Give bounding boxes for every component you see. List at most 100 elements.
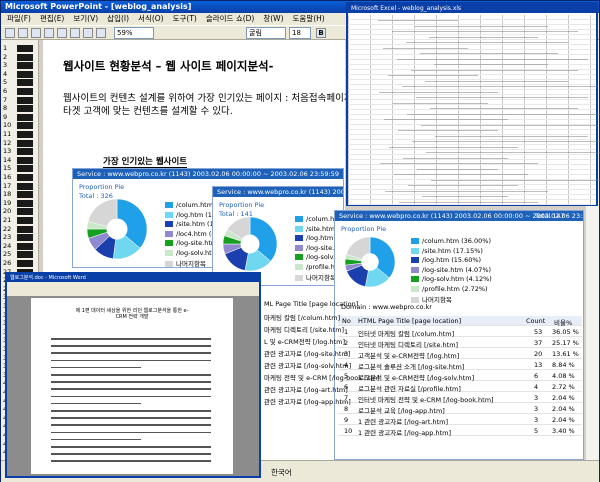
pie-center [106, 218, 128, 240]
slide-thumb-icon [17, 53, 33, 61]
print-icon[interactable] [44, 28, 54, 38]
legend-swatch [165, 261, 173, 267]
open-icon[interactable] [18, 28, 28, 38]
cut-icon[interactable] [70, 28, 80, 38]
table-row[interactable]: 9 1 관련 광고자료 [/log-art.htm] 3 2.04 % [338, 415, 582, 426]
slide-number: 24 [3, 241, 12, 250]
slide-number: 26 [3, 259, 12, 267]
legend-swatch [165, 202, 173, 208]
row-title: 1 관련 광고자료 [/log-app.htm] [358, 429, 452, 437]
text-line [51, 402, 141, 405]
cell-text-line [399, 201, 538, 203]
text-line [51, 410, 211, 412]
proportion-label: Proportion Pie [219, 201, 265, 209]
paste-icon[interactable] [96, 28, 106, 38]
text-line [51, 366, 141, 369]
page-title-cell: 마케팅 칼럼 [/colum.htm] [264, 314, 341, 322]
cell-text-line [434, 64, 548, 65]
report-panel-2: Service : www.webpro.co.kr (1143) 2003.0… [212, 186, 371, 286]
report-header: Service : www.webpro.co.kr (1143) 2003.0… [213, 187, 343, 197]
zoom-select[interactable]: 59% [114, 27, 154, 39]
menu-insert[interactable]: 삽입(I) [107, 13, 129, 25]
row-title: 인터넷 마케팅 칼럼 [/colum.htm] [358, 330, 455, 338]
page-title-cell: ML Page Title [page location] [264, 300, 359, 308]
legend-item: /colum.htm (36.00%) [411, 237, 491, 245]
row-count: 53 [534, 328, 543, 336]
word-page[interactable]: 제 1편 데이터 세상을 위한 리던 웹로그분석을 통한 e-CRM 전략 개발 [31, 298, 233, 474]
col-title: HTML Page Title [page location] [358, 317, 462, 325]
slide-title[interactable]: 웹사이트 현황분석 – 웹 사이트 페이지분석- [63, 58, 273, 74]
menu-slideshow[interactable]: 슬라이드 쇼(D) [206, 13, 255, 25]
legend-label: /log.htm (15.60%) [422, 256, 482, 264]
total-label: Total 147 [535, 212, 565, 220]
spreadsheet-grid[interactable] [348, 15, 596, 205]
page-title-cell: 관련 광고자료 [/log-site.htm] [264, 350, 351, 358]
row-no: 9 [344, 416, 349, 424]
copy-icon[interactable] [83, 28, 93, 38]
legend-swatch [165, 249, 173, 256]
col-pct: 비율% [554, 319, 573, 327]
menu-tools[interactable]: 도구(T) [173, 13, 197, 25]
table-row[interactable]: 8 로그분석 교육 [/log-app.htm] 3 2.04 % [338, 404, 582, 415]
cell-text-line [411, 69, 578, 71]
bold-icon[interactable]: B [316, 28, 326, 38]
row-pct: 2.04 % [552, 416, 575, 424]
page-title-cell: 관련 광고자료 [/log-solv.htm] [264, 362, 352, 370]
slide-number: 10 [3, 121, 12, 130]
menu-window[interactable]: 창(W) [263, 13, 283, 25]
legend-swatch [411, 247, 419, 254]
legend-swatch [165, 211, 173, 218]
slide-thumb-icon [17, 182, 33, 190]
menu-view[interactable]: 보기(V) [73, 13, 98, 25]
table-row[interactable]: 6 로그분석 관련 자료실 [/profile.htm] 4 2.72 % [338, 382, 582, 393]
text-line [51, 446, 211, 448]
cell-text-line [421, 124, 598, 126]
table-row[interactable]: 3 고객분석 및 e-CRM전략 [/log.htm] 20 13.61 % [338, 349, 582, 360]
cell-text-line [380, 163, 538, 164]
row-count: 37 [534, 339, 543, 347]
table-row[interactable]: 4 로그분석 솔루션 소개 [/log-site.htm] 13 8.84 % [338, 360, 582, 371]
row-count: 20 [534, 350, 543, 358]
text-line [51, 431, 211, 434]
legend-swatch [411, 238, 419, 244]
report-header: Service : www.webpro.co.kr (1143) 2003.0… [73, 169, 343, 179]
font-select[interactable]: 굴림 [246, 27, 286, 39]
new-icon[interactable] [5, 28, 15, 38]
slide-number: 22 [3, 224, 12, 233]
slide-thumb-icon [17, 148, 33, 156]
cell-text-line [430, 108, 578, 109]
menu-help[interactable]: 도움말(H) [293, 13, 325, 25]
slide-thumb-icon [17, 70, 33, 78]
row-count: 3 [534, 394, 539, 402]
slide-body[interactable]: 웹사이트의 컨텐츠 설계를 위하여 가장 인기있는 페이지 : 처음접속페이지 … [63, 92, 373, 118]
table-row[interactable]: 1 인터넷 마케팅 칼럼 [/colum.htm] 53 36.05 % [338, 327, 582, 338]
menu-format[interactable]: 서식(O) [138, 13, 164, 25]
slide-thumb-icon [17, 191, 33, 199]
save-icon[interactable] [31, 28, 41, 38]
cell-text-line [417, 168, 498, 170]
legend-label: 나머지항목 [306, 274, 336, 282]
slide-thumb-icon [17, 79, 33, 87]
menu-edit[interactable]: 편집(E) [40, 13, 64, 25]
slide-thumb-icon [17, 96, 33, 104]
slide-number: 18 [3, 190, 12, 199]
preview-icon[interactable] [57, 28, 67, 38]
slide-caption[interactable]: 가장 인기있는 웹사이트 [103, 155, 188, 168]
slide-number: 8 [3, 104, 8, 113]
legend-item: 나머지항목 [411, 294, 452, 304]
word-title: 웹로그분석.doc - Microsoft Word [7, 274, 259, 282]
table-row[interactable]: 10 1 관련 광고자료 [/log-app.htm] 5 3.40 % [338, 426, 582, 437]
row-pct: 4.08 % [552, 372, 575, 380]
row-pct: 8.84 % [552, 361, 575, 369]
cell-text-line [398, 130, 498, 131]
menu-file[interactable]: 파일(F) [7, 13, 31, 25]
text-line [51, 453, 211, 455]
table-header: No HTML Page Title [page location] Count 비율… [338, 316, 582, 327]
row-count: 4 [534, 383, 539, 391]
font-size-select[interactable]: 18 [289, 27, 311, 39]
text-line [51, 381, 211, 383]
table-row[interactable]: 7 인터넷 마케팅 전략 및 e-CRM [/log-book.htm] 3 2.04… [338, 393, 582, 404]
row-title: 로그분석 교육 [/log-app.htm] [358, 407, 445, 415]
table-row[interactable]: 2 인터넷 마케팅 디렉토리 [/site.htm] 37 25.17 % [338, 338, 582, 349]
legend-label: /colum.htm (36.00%) [422, 237, 491, 245]
